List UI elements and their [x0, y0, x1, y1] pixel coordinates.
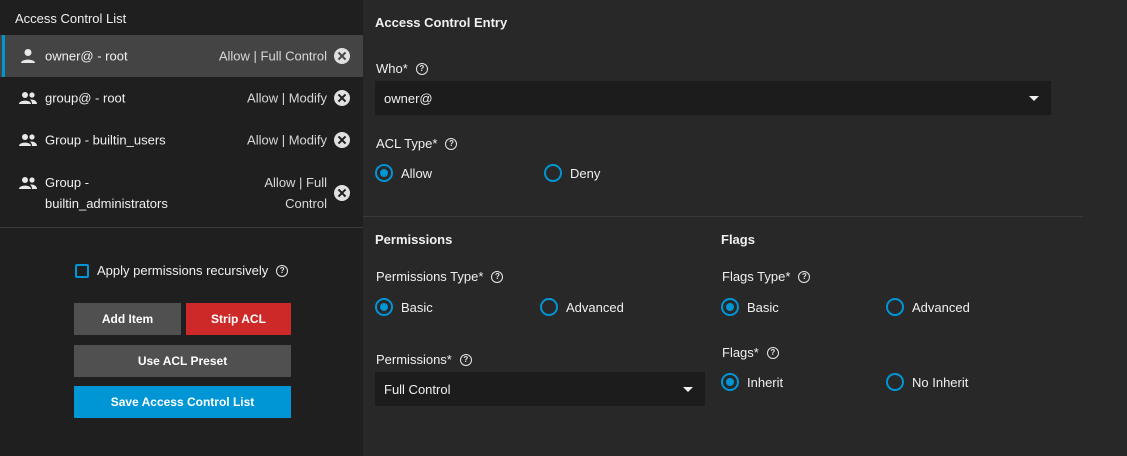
help-icon[interactable]: ?: [766, 346, 779, 359]
remove-icon[interactable]: [334, 132, 350, 148]
radio-label: Advanced: [566, 299, 624, 315]
flags-type-advanced-radio[interactable]: Advanced: [886, 298, 970, 316]
entry-title: Access Control Entry: [375, 15, 508, 30]
flags-type-basic-radio[interactable]: Basic: [721, 298, 779, 316]
permissions-select[interactable]: Full Control: [375, 372, 705, 406]
required-marker: *: [432, 136, 438, 151]
divider: [363, 216, 1083, 217]
remove-icon[interactable]: [334, 184, 350, 201]
radio-label: Deny: [570, 165, 601, 181]
strip-acl-button[interactable]: Strip ACL: [186, 303, 291, 335]
flags-type-label: Flags Type * ?: [722, 269, 811, 284]
acl-item-builtin-administrators[interactable]: Group - builtin_administrators Allow | F…: [0, 161, 363, 224]
radio-label: Advanced: [912, 299, 970, 315]
help-icon[interactable]: ?: [415, 62, 428, 75]
radio-circle[interactable]: [540, 298, 558, 316]
help-icon[interactable]: ?: [491, 270, 504, 283]
acl-item-permission: Allow | Full Control: [264, 174, 327, 211]
help-icon[interactable]: ?: [798, 270, 811, 283]
permissions-type-label: Permissions Type * ?: [376, 269, 504, 284]
acl-list: owner@ - root Allow | Full Control group…: [0, 35, 363, 224]
who-select-value: owner@: [384, 90, 433, 106]
radio-label: Inherit: [747, 374, 784, 390]
acl-type-label: ACL Type * ?: [376, 136, 458, 151]
help-icon[interactable]: ?: [459, 353, 472, 366]
acl-item-permission: Allow | Modify: [247, 132, 327, 148]
group-icon: [19, 134, 37, 146]
user-icon: [21, 49, 35, 63]
apply-recursively-checkbox[interactable]: Apply permissions recursively ?: [75, 263, 289, 278]
acl-list-panel: Access Control List owner@ - root Allow …: [0, 0, 363, 456]
who-label: Who * ?: [376, 61, 428, 76]
flags-inherit-radio[interactable]: Inherit: [721, 373, 783, 391]
acl-item-builtin-users[interactable]: Group - builtin_users Allow | Modify: [0, 119, 363, 161]
flags-label-text: Flags: [722, 345, 754, 360]
remove-icon[interactable]: [334, 90, 350, 106]
divider: [0, 227, 363, 228]
required-marker: *: [402, 61, 408, 76]
radio-circle[interactable]: [886, 373, 904, 391]
radio-circle[interactable]: [544, 164, 562, 182]
acl-item-permission: Allow | Full Control: [218, 48, 327, 64]
help-icon[interactable]: ?: [445, 137, 458, 150]
acl-entry-panel: Access Control Entry Who * ? owner@ ACL T…: [363, 0, 1127, 456]
acl-item-who: Group - builtin_administrators: [45, 174, 168, 211]
group-icon: [19, 177, 37, 189]
radio-label: Basic: [747, 299, 779, 315]
acl-list-title: Access Control List: [15, 11, 127, 26]
acl-item-who: Group - builtin_users: [45, 132, 166, 148]
radio-circle[interactable]: [375, 298, 393, 316]
checkbox-box[interactable]: [75, 263, 89, 278]
permissions-title: Permissions: [375, 232, 453, 247]
flags-title: Flags: [721, 232, 755, 247]
radio-label: Allow: [401, 165, 433, 181]
remove-icon[interactable]: [334, 48, 350, 64]
help-icon[interactable]: ?: [276, 264, 289, 277]
radio-label: Basic: [401, 299, 433, 315]
flags-label: Flags * ?: [722, 345, 779, 360]
acl-type-deny-radio[interactable]: Deny: [544, 164, 600, 182]
radio-circle[interactable]: [721, 373, 739, 391]
apply-recursively-label: Apply permissions recursively: [97, 263, 269, 278]
permissions-label-text: Permissions: [376, 352, 447, 367]
acl-type-label-text: ACL Type: [376, 136, 433, 151]
required-marker: *: [478, 269, 484, 284]
acl-item-who: owner@ - root: [45, 48, 128, 64]
permissions-select-value: Full Control: [384, 381, 451, 397]
group-icon: [19, 92, 37, 104]
radio-circle[interactable]: [886, 298, 904, 316]
radio-circle[interactable]: [375, 164, 393, 182]
required-marker: *: [753, 345, 759, 360]
radio-label: No Inherit: [912, 374, 969, 390]
add-item-button[interactable]: Add Item: [74, 303, 181, 335]
chevron-down-icon: [1029, 96, 1039, 101]
permissions-label: Permissions * ?: [376, 352, 472, 367]
radio-circle[interactable]: [721, 298, 739, 316]
required-marker: *: [446, 352, 452, 367]
acl-item-permission: Allow | Modify: [247, 90, 327, 106]
who-select[interactable]: owner@: [375, 81, 1051, 115]
acl-item-owner-root[interactable]: owner@ - root Allow | Full Control: [0, 35, 363, 77]
save-acl-button[interactable]: Save Access Control List: [74, 386, 291, 418]
permissions-type-label-text: Permissions Type: [376, 269, 479, 284]
flags-no-inherit-radio[interactable]: No Inherit: [886, 373, 968, 391]
chevron-down-icon: [683, 387, 693, 392]
acl-type-allow-radio[interactable]: Allow: [375, 164, 432, 182]
permissions-type-basic-radio[interactable]: Basic: [375, 298, 433, 316]
acl-item-group-root[interactable]: group@ - root Allow | Modify: [0, 77, 363, 119]
flags-type-label-text: Flags Type: [722, 269, 786, 284]
permissions-type-advanced-radio[interactable]: Advanced: [540, 298, 624, 316]
acl-item-who: group@ - root: [45, 90, 126, 106]
required-marker: *: [785, 269, 791, 284]
who-label-text: Who: [376, 61, 403, 76]
use-acl-preset-button[interactable]: Use ACL Preset: [74, 345, 291, 377]
